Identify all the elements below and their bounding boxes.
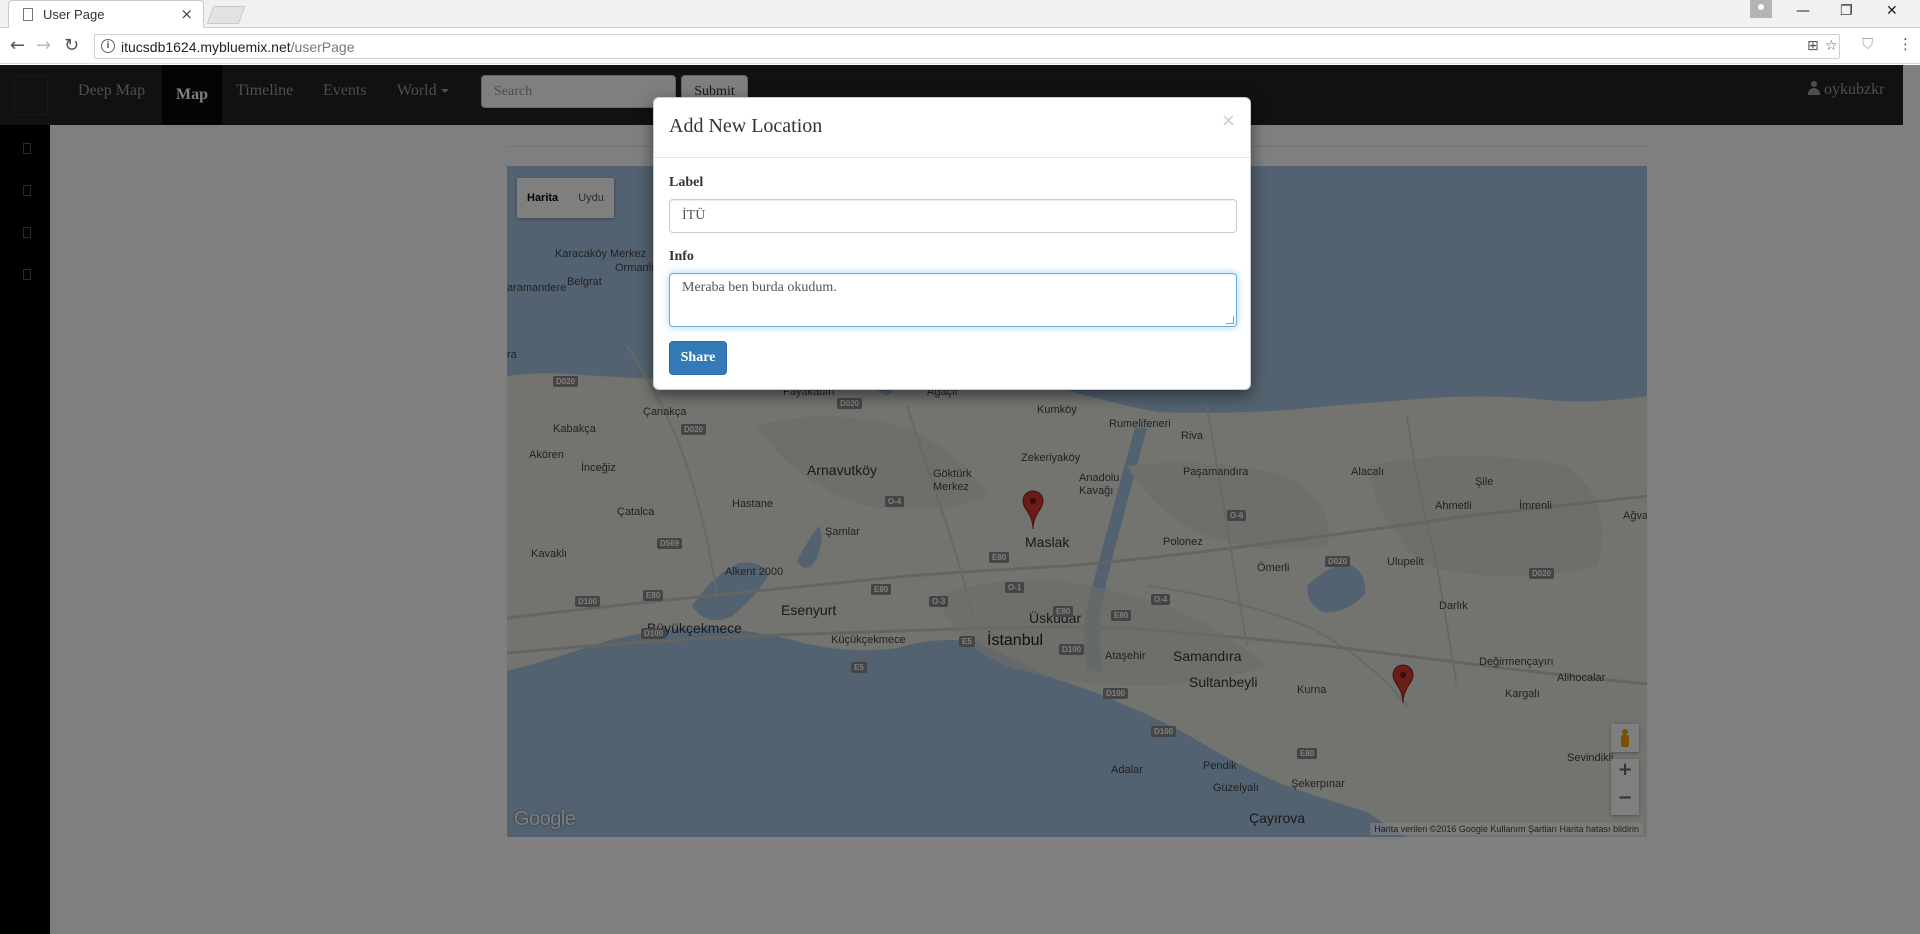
url-text: itucsdb1624.mybluemix.net/userPage <box>121 39 354 55</box>
modal-header: Add New Location × <box>654 98 1250 158</box>
add-location-modal: Add New Location × Label İTÜ Info Meraba… <box>653 97 1251 390</box>
share-button[interactable]: Share <box>669 341 727 375</box>
translate-icon[interactable]: ⊞ <box>1807 38 1819 54</box>
label-input[interactable]: İTÜ <box>669 199 1237 233</box>
browser-menu-icon[interactable]: ⋮ <box>1898 35 1913 53</box>
info-textarea[interactable]: Meraba ben burda okudum. <box>669 273 1237 327</box>
minimize-icon[interactable]: — <box>1796 3 1810 19</box>
restore-icon[interactable]: ❐ <box>1840 3 1853 19</box>
extension-shield-icon[interactable]: ⛉ <box>1862 35 1873 53</box>
modal-title: Add New Location <box>669 115 823 137</box>
tab-close-icon[interactable]: × <box>180 5 193 23</box>
reload-icon[interactable]: ↻ <box>64 35 79 56</box>
tab-title: User Page <box>43 7 105 22</box>
modal-close-icon[interactable]: × <box>1221 110 1236 131</box>
bookmark-star-icon[interactable]: ☆ <box>1825 38 1838 54</box>
info-field-caption: Info <box>669 249 694 264</box>
browser-tabstrip: User Page × — ❐ ✕ <box>0 0 1920 28</box>
url-path: /userPage <box>290 39 355 55</box>
window-close-icon[interactable]: ✕ <box>1886 3 1898 19</box>
forward-icon[interactable]: → <box>36 35 51 56</box>
profile-icon[interactable] <box>1750 0 1772 18</box>
address-bar[interactable]: i itucsdb1624.mybluemix.net/userPage ⊞ ☆ <box>94 34 1840 59</box>
new-tab-button[interactable] <box>206 6 246 24</box>
label-field-caption: Label <box>669 175 704 190</box>
page-icon <box>23 8 33 21</box>
back-icon[interactable]: ← <box>10 35 25 56</box>
info-text: Meraba ben burda okudum. <box>682 280 837 295</box>
browser-tab[interactable]: User Page × <box>8 0 204 28</box>
url-host: itucsdb1624.mybluemix.net <box>121 39 291 55</box>
browser-toolbar: ← → ↻ i itucsdb1624.mybluemix.net/userPa… <box>0 29 1920 64</box>
resize-handle-icon[interactable] <box>1226 316 1234 324</box>
info-icon[interactable]: i <box>101 39 115 53</box>
